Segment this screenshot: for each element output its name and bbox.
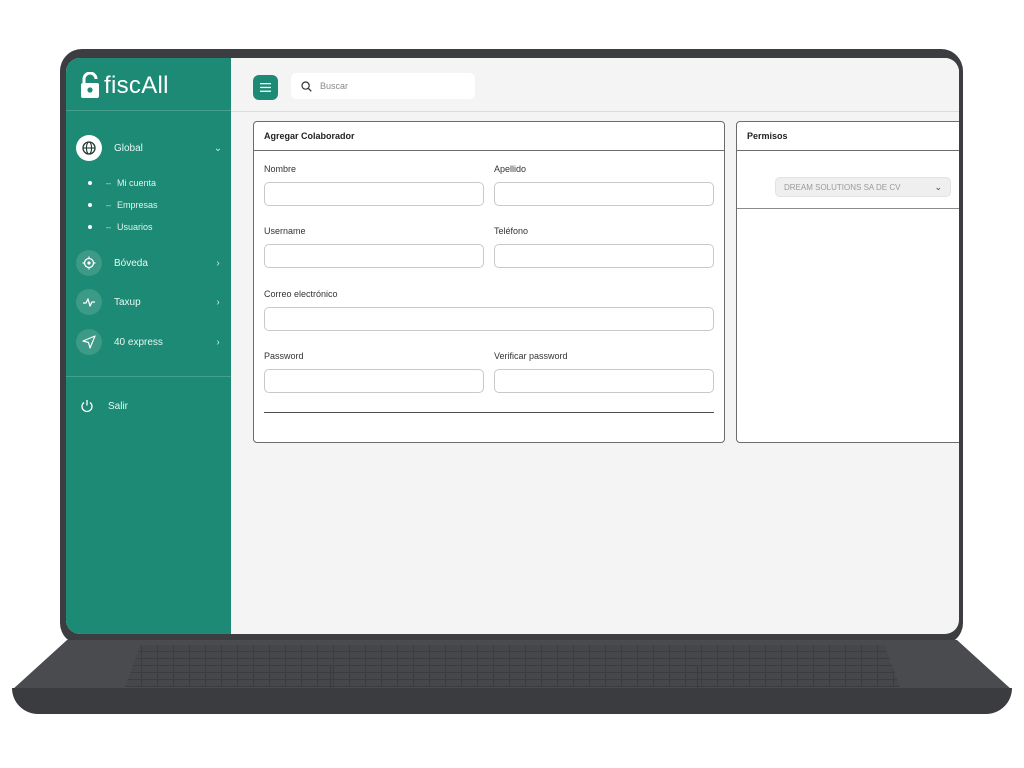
bullet-icon [88, 225, 92, 229]
sidebar-item-label: Bóveda [114, 257, 148, 269]
password-field[interactable] [264, 369, 484, 393]
hamburger-icon [260, 83, 271, 92]
telefono-field[interactable] [494, 244, 714, 268]
globe-icon [76, 135, 102, 161]
company-select-value: DREAM SOLUTIONS SA DE CV [784, 182, 901, 192]
password-label: Password [264, 351, 304, 361]
target-icon [76, 250, 102, 276]
sidebar-item-40-express[interactable]: 40 express › [76, 328, 224, 356]
topbar [231, 58, 959, 112]
company-select[interactable]: DREAM SOLUTIONS SA DE CV ⌄ [775, 177, 951, 197]
email-field[interactable] [264, 307, 714, 331]
laptop-trackpad [330, 666, 698, 688]
bullet-icon [88, 203, 92, 207]
verify-password-field[interactable] [494, 369, 714, 393]
correo-label: Correo electrónico [264, 289, 338, 299]
nombre-field[interactable] [264, 182, 484, 206]
username-field[interactable] [264, 244, 484, 268]
sidebar-subitem-label: Mi cuenta [117, 178, 157, 188]
chevron-right-icon: › [216, 296, 220, 308]
search-icon [301, 80, 312, 92]
sidebar-subitem-usuarios[interactable]: – Usuarios [88, 222, 153, 232]
sidebar: fiscAll Global ⌄ – Mi cuenta – Empresas … [66, 58, 231, 634]
power-icon [80, 399, 94, 413]
sidebar-subitem-label: Empresas [117, 200, 158, 210]
permissions-divider [737, 208, 959, 209]
chevron-down-icon: ⌄ [934, 181, 942, 192]
laptop-base-edge [12, 688, 1012, 714]
sidebar-subitem-label: Usuarios [117, 222, 153, 232]
activity-icon [76, 289, 102, 315]
telefono-label: Teléfono [494, 226, 529, 236]
menu-toggle-button[interactable] [253, 75, 278, 100]
sidebar-divider [66, 376, 231, 377]
chevron-right-icon: › [216, 257, 220, 269]
chevron-down-icon: ⌄ [213, 142, 223, 154]
logout-button[interactable]: Salir [80, 392, 228, 420]
app-screen: fiscAll Global ⌄ – Mi cuenta – Empresas … [66, 58, 959, 634]
search-input[interactable] [318, 80, 462, 92]
username-label: Username [264, 226, 306, 236]
sidebar-item-global[interactable]: Global ⌄ [76, 134, 224, 162]
sidebar-item-label: 40 express [114, 336, 163, 348]
apellido-label: Apellido [494, 164, 527, 174]
add-collaborator-card: Agregar Colaborador Nombre Apellido User… [253, 121, 725, 443]
lock-logo-icon [81, 72, 99, 98]
app-logo[interactable]: fiscAll [80, 72, 169, 100]
sidebar-item-boveda[interactable]: Bóveda › [76, 249, 224, 277]
bullet-icon [88, 181, 92, 185]
card-title: Permisos [737, 122, 959, 151]
sidebar-item-taxup[interactable]: Taxup › [76, 288, 224, 316]
apellido-field[interactable] [494, 182, 714, 206]
sidebar-item-label: Global [114, 142, 143, 154]
search-box [291, 73, 475, 99]
logo-text: fiscAll [104, 72, 169, 99]
send-icon [76, 329, 102, 355]
chevron-right-icon: › [216, 336, 220, 348]
permissions-card: Permisos DREAM SOLUTIONS SA DE CV ⌄ [736, 121, 959, 443]
sidebar-item-label: Taxup [114, 296, 141, 308]
nombre-label: Nombre [264, 164, 297, 174]
card-title: Agregar Colaborador [254, 122, 724, 151]
verify-password-label: Verificar password [494, 351, 568, 361]
sidebar-divider [66, 110, 231, 111]
sidebar-subitem-mi-cuenta[interactable]: – Mi cuenta [88, 178, 156, 188]
form-divider [264, 412, 714, 413]
logout-label: Salir [108, 400, 129, 412]
sidebar-subitem-empresas[interactable]: – Empresas [88, 200, 158, 210]
